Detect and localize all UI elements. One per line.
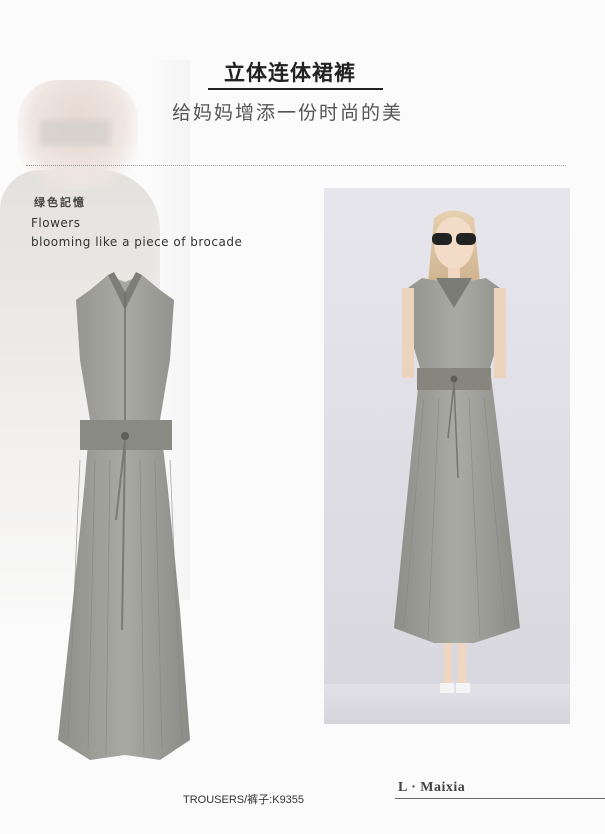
brand-name: L · Maixia <box>398 780 466 795</box>
page-title: 立体连体裙裤 <box>224 61 356 85</box>
tagline-chinese: 绿色記憶 <box>34 196 86 209</box>
page-subtitle: 给妈妈增添一份时尚的美 <box>172 102 404 124</box>
brand-underline <box>395 798 605 799</box>
dotted-divider <box>26 165 566 166</box>
tagline-english-line2: blooming like a piece of brocade <box>31 235 243 249</box>
title-underline <box>208 88 383 90</box>
product-code: TROUSERS/裤子:K9355 <box>183 794 305 806</box>
model-photo <box>324 188 570 724</box>
dress-product-image <box>58 272 190 760</box>
tagline-english-line1: Flowers <box>31 216 81 230</box>
